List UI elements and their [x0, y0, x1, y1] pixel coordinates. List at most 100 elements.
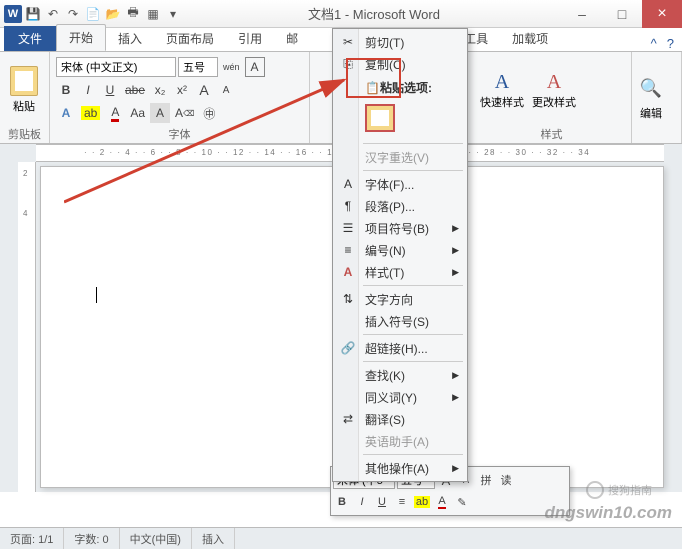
phonetic-guide-button[interactable]: wén	[220, 57, 243, 77]
superscript-button[interactable]: x²	[172, 80, 192, 100]
mini-format-painter[interactable]: ✎	[453, 493, 471, 511]
strike-button[interactable]: abe	[122, 80, 148, 100]
help-icon[interactable]: ?	[667, 36, 674, 51]
qat-new-icon[interactable]: 📄	[84, 5, 102, 23]
clipboard-group: 粘贴 剪贴板	[0, 52, 50, 143]
mini-phonetic[interactable]: 拼	[477, 471, 495, 489]
cm-font[interactable]: A字体(F)...	[335, 173, 465, 195]
styles-group: A 快速样式 A 更改样式 样式	[472, 52, 632, 143]
quick-access-toolbar: W 💾 ↶ ↷ 📄 📂 🖶 ▦ ▾	[0, 5, 186, 23]
status-language[interactable]: 中文(中国)	[120, 528, 192, 549]
font-name-combo[interactable]: 宋体 (中文正文)	[56, 57, 176, 77]
paragraph-icon: ¶	[339, 199, 357, 213]
italic-button[interactable]: I	[78, 80, 98, 100]
cm-hyperlink[interactable]: 🔗超链接(H)...	[335, 337, 465, 359]
tab-layout[interactable]: 页面布局	[154, 26, 226, 51]
copy-icon: ⎘	[339, 57, 357, 72]
bold-button[interactable]: B	[56, 80, 76, 100]
qat-open-icon[interactable]: 📂	[104, 5, 122, 23]
cm-copy[interactable]: ⎘复制(C)	[335, 53, 465, 75]
paste-label: 粘贴	[13, 98, 35, 114]
close-button[interactable]: ×	[642, 0, 682, 28]
mini-bold[interactable]: B	[333, 493, 351, 511]
mini-font-color[interactable]: A	[433, 493, 451, 511]
cm-styles[interactable]: A样式(T)▶	[335, 261, 465, 283]
cm-synonyms[interactable]: 同义词(Y)▶	[335, 386, 465, 408]
undo-icon[interactable]: ↶	[44, 5, 62, 23]
cm-numbering[interactable]: ≡编号(N)▶	[335, 239, 465, 261]
bullets-icon: ☰	[339, 221, 357, 235]
subscript-button[interactable]: x₂	[150, 80, 170, 100]
font-size-combo[interactable]: 五号	[178, 57, 218, 77]
styles-group-label: 样式	[478, 125, 625, 142]
status-page[interactable]: 页面: 1/1	[0, 528, 64, 549]
ribbon-collapse-icon[interactable]: ^	[651, 36, 657, 51]
status-insert-mode[interactable]: 插入	[192, 528, 235, 549]
cm-paragraph[interactable]: ¶段落(P)...	[335, 195, 465, 217]
editing-button[interactable]: 🔍 编辑	[638, 75, 664, 121]
tab-references[interactable]: 引用	[226, 26, 274, 51]
cm-bullets[interactable]: ☰项目符号(B)▶	[335, 217, 465, 239]
mini-read[interactable]: 读	[497, 471, 515, 489]
ribbon-help: ^ ?	[651, 36, 674, 51]
mini-align[interactable]: ≡	[393, 493, 411, 511]
change-styles-button[interactable]: A 更改样式	[530, 71, 578, 110]
qat-table-icon[interactable]: ▦	[144, 5, 162, 23]
hyperlink-icon: 🔗	[339, 341, 357, 355]
paste-icon	[10, 66, 38, 96]
numbering-icon: ≡	[339, 243, 357, 257]
char-shade-button[interactable]: A	[150, 103, 170, 123]
translate-icon: ⇄	[339, 412, 357, 426]
find-icon: 🔍	[638, 75, 664, 101]
save-icon[interactable]: 💾	[24, 5, 42, 23]
font-group-label: 字体	[56, 125, 303, 142]
clear-format-button[interactable]: A⌫	[172, 103, 197, 123]
font-group: 宋体 (中文正文) 五号 wén A B I U abe x₂ x² A A A	[50, 52, 310, 143]
cm-find[interactable]: 查找(K)▶	[335, 364, 465, 386]
tab-home[interactable]: 开始	[56, 24, 106, 51]
quick-styles-button[interactable]: A 快速样式	[478, 71, 526, 110]
text-cursor	[96, 287, 97, 303]
cm-translate[interactable]: ⇄翻译(S)	[335, 408, 465, 430]
tab-insert[interactable]: 插入	[106, 26, 154, 51]
highlight-button[interactable]: ab	[78, 103, 103, 123]
cm-other-operations[interactable]: 其他操作(A)▶	[335, 457, 465, 479]
status-words[interactable]: 字数: 0	[64, 528, 119, 549]
cm-paste-options	[335, 100, 465, 141]
tab-file[interactable]: 文件	[4, 26, 56, 51]
char-border-button[interactable]: A	[245, 57, 265, 77]
tab-mail[interactable]: 邮	[274, 26, 310, 51]
change-case-button[interactable]: Aa	[127, 103, 148, 123]
qat-more-icon[interactable]: ▾	[164, 5, 182, 23]
font-color-button[interactable]: A	[105, 103, 125, 123]
mini-italic[interactable]: I	[353, 493, 371, 511]
enclosed-char-button[interactable]: ㊥	[199, 103, 219, 123]
tab-addins[interactable]: 加载项	[500, 26, 560, 51]
grow-font-button[interactable]: A	[194, 80, 214, 100]
watermark-url: dngswin10.com	[544, 503, 672, 523]
text-effects-button[interactable]: A	[56, 103, 76, 123]
underline-button[interactable]: U	[100, 80, 120, 100]
shrink-font-button[interactable]: A	[216, 80, 236, 100]
context-menu: ✂剪切(T) ⎘复制(C) 📋粘贴选项: 汉字重选(V) A字体(F)... ¶…	[332, 28, 468, 482]
cm-text-direction[interactable]: ⇅文字方向	[335, 288, 465, 310]
cut-icon: ✂	[339, 35, 357, 49]
mini-underline[interactable]: U	[373, 493, 391, 511]
paste-button[interactable]: 粘贴	[6, 66, 42, 114]
editing-group: 🔍 编辑	[632, 52, 682, 143]
cm-insert-symbol[interactable]: 插入符号(S)	[335, 310, 465, 332]
qat-print-icon[interactable]: 🖶	[124, 5, 142, 23]
mini-highlight[interactable]: ab	[413, 493, 431, 511]
cm-cut[interactable]: ✂剪切(T)	[335, 31, 465, 53]
font-dialog-icon: A	[339, 177, 357, 191]
paste-header-icon: 📋	[365, 81, 380, 95]
styles-icon: A	[339, 265, 357, 279]
maximize-button[interactable]: □	[602, 0, 642, 28]
paste-option-keep-source[interactable]	[365, 104, 395, 132]
cm-english-assistant: 英语助手(A)	[335, 430, 465, 452]
redo-icon[interactable]: ↷	[64, 5, 82, 23]
word-app-icon[interactable]: W	[4, 5, 22, 23]
minimize-button[interactable]: –	[562, 0, 602, 28]
vertical-ruler[interactable]	[18, 162, 36, 492]
clipboard-group-label: 剪贴板	[6, 125, 43, 142]
